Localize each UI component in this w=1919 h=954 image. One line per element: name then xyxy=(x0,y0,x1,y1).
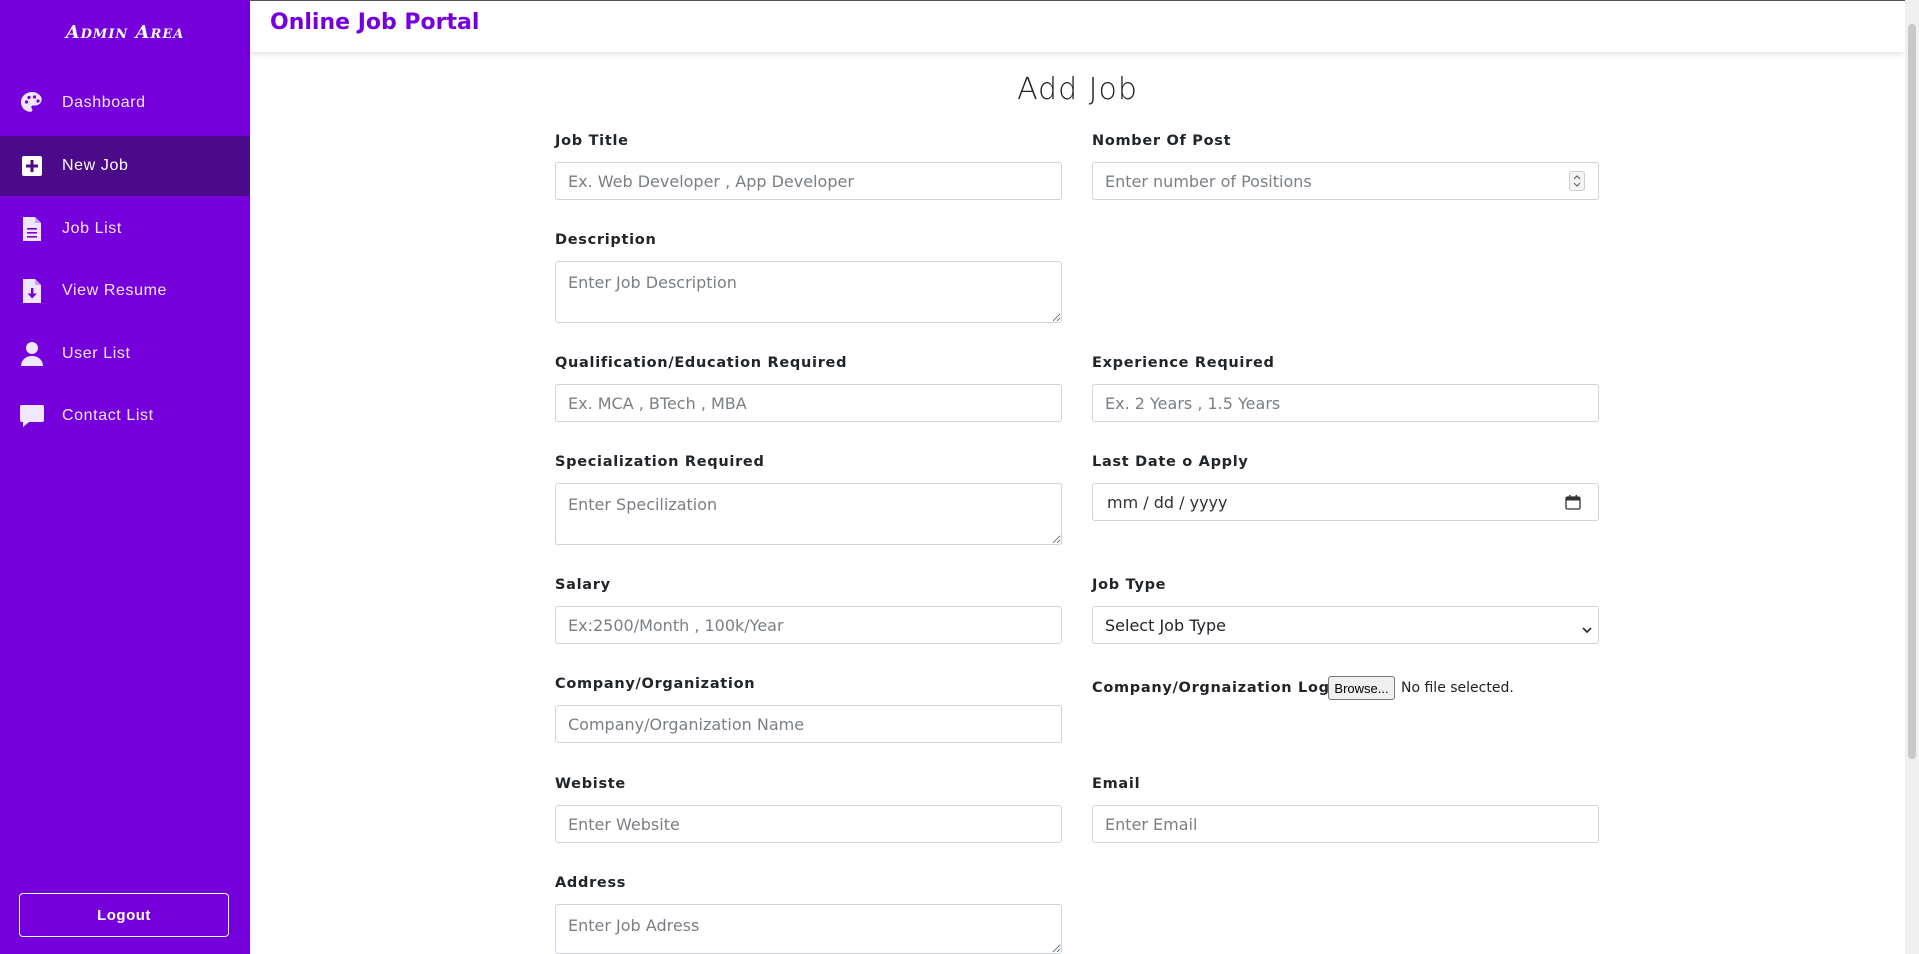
sidebar-item-label: Contact List xyxy=(62,407,154,424)
specialization-textarea[interactable] xyxy=(555,483,1062,545)
spinner-arrows-icon xyxy=(1573,175,1581,187)
sidebar-item-contact-list[interactable]: Contact List xyxy=(0,386,250,446)
job-type-select[interactable]: Select Job Type xyxy=(1092,606,1599,644)
sidebar-item-label: View Resume xyxy=(62,282,168,299)
sidebar-item-label: New Job xyxy=(62,157,129,174)
website-label: Webiste xyxy=(555,776,626,792)
plus-square-icon xyxy=(18,152,46,180)
specialization-label: Specialization Required xyxy=(555,454,765,470)
chevron-down-icon xyxy=(1581,620,1593,639)
company-logo-label: Company/Orgnaization Logo xyxy=(1092,680,1341,696)
experience-label: Experience Required xyxy=(1092,355,1275,371)
number-spinner[interactable] xyxy=(1569,171,1585,191)
scrollbar-thumb[interactable] xyxy=(1908,24,1916,759)
qualification-input[interactable] xyxy=(555,384,1062,422)
sidebar-item-user-list[interactable]: User List xyxy=(0,324,250,384)
email-label: Email xyxy=(1092,776,1141,792)
user-icon xyxy=(18,340,46,368)
sidebar-item-new-job[interactable]: New Job xyxy=(0,136,250,196)
sidebar-item-job-list[interactable]: Job List xyxy=(0,199,250,259)
chat-icon xyxy=(18,402,46,430)
sidebar-item-dashboard[interactable]: Dashboard xyxy=(0,73,250,133)
logout-button[interactable]: Logout xyxy=(19,893,229,937)
page-title: Add Job xyxy=(1017,72,1138,107)
file-download-icon xyxy=(18,277,46,305)
salary-label: Salary xyxy=(555,577,611,593)
website-input[interactable] xyxy=(555,805,1062,843)
description-label: Description xyxy=(555,232,657,248)
job-title-label: Job Title xyxy=(555,133,629,149)
last-date-label: Last Date o Apply xyxy=(1092,454,1249,470)
document-icon xyxy=(18,215,46,243)
number-of-post-input[interactable] xyxy=(1092,162,1599,200)
file-status-text: No file selected. xyxy=(1401,680,1514,696)
sidebar-item-label: Dashboard xyxy=(62,94,146,111)
company-input[interactable] xyxy=(555,705,1062,743)
experience-input[interactable] xyxy=(1092,384,1599,422)
last-date-input[interactable]: mm / dd / yyyy xyxy=(1092,483,1599,521)
top-bar: Online Job Portal xyxy=(250,0,1905,52)
address-label: Address xyxy=(555,875,627,891)
sidebar-item-label: User List xyxy=(62,345,131,362)
qualification-label: Qualification/Education Required xyxy=(555,355,848,371)
sidebar-item-view-resume[interactable]: View Resume xyxy=(0,261,250,321)
job-title-input[interactable] xyxy=(555,162,1062,200)
salary-input[interactable] xyxy=(555,606,1062,644)
address-textarea[interactable] xyxy=(555,904,1062,954)
sidebar: Admin Area Dashboard New Job Job List Vi… xyxy=(0,0,250,954)
number-of-post-label: Nomber Of Post xyxy=(1092,133,1232,149)
page-scrollbar[interactable] xyxy=(1905,0,1919,954)
date-format-text: mm / dd / yyyy xyxy=(1107,493,1228,512)
sidebar-item-label: Job List xyxy=(62,220,122,237)
job-type-label: Job Type xyxy=(1092,577,1167,593)
company-label: Company/Organization xyxy=(555,676,756,692)
calendar-icon[interactable] xyxy=(1565,494,1581,514)
browse-button[interactable]: Browse... xyxy=(1328,676,1395,700)
email-input[interactable] xyxy=(1092,805,1599,843)
brand-title: Admin Area xyxy=(65,22,185,43)
job-type-selected: Select Job Type xyxy=(1105,616,1226,635)
description-textarea[interactable] xyxy=(555,261,1062,323)
palette-icon xyxy=(18,89,46,117)
portal-title: Online Job Portal xyxy=(270,10,480,35)
